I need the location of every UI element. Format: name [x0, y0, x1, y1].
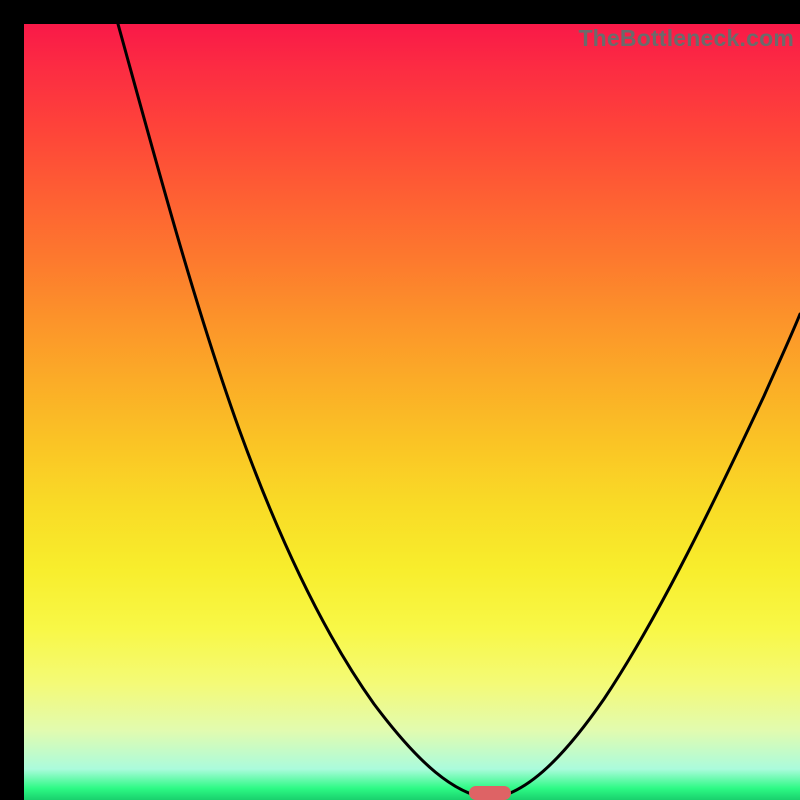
minimum-marker: [469, 786, 511, 800]
plot-area: TheBottleneck.com: [24, 24, 800, 800]
curve-path: [118, 24, 800, 799]
bottleneck-curve: [24, 24, 800, 800]
chart-frame: TheBottleneck.com: [12, 12, 788, 788]
